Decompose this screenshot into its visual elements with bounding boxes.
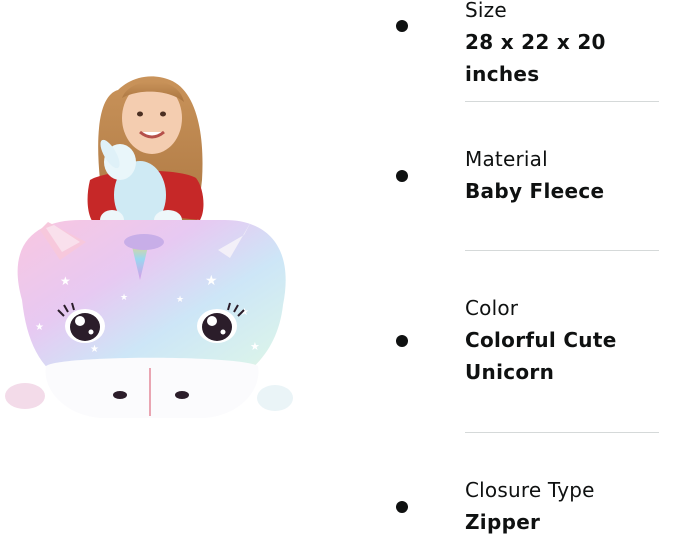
spec-label: Size — [465, 0, 507, 22]
product-spec-panel: ★ ★ ★ ★ ★ ★ ★ ★ Size 28 x 22 x 20 inches… — [0, 0, 679, 537]
spec-value: Colorful Cute Unicorn — [465, 328, 617, 384]
bullet-icon — [396, 335, 408, 347]
spec-list: Size 28 x 22 x 20 inches Material Baby F… — [380, 0, 679, 537]
svg-text:★: ★ — [205, 273, 218, 289]
spec-text: Size 28 x 22 x 20 inches — [465, 0, 679, 90]
divider — [465, 432, 659, 433]
divider — [465, 101, 659, 102]
spec-item-material: Material Baby Fleece — [380, 140, 679, 250]
product-image: ★ ★ ★ ★ ★ ★ ★ ★ — [0, 70, 300, 430]
spec-label: Closure Type — [465, 478, 595, 502]
spec-text: Color Colorful Cute Unicorn — [465, 292, 679, 388]
svg-text:★: ★ — [35, 322, 44, 333]
spec-label: Color — [465, 296, 519, 320]
spec-item-color: Color Colorful Cute Unicorn — [380, 290, 679, 430]
svg-text:★: ★ — [250, 340, 260, 353]
bullet-icon — [396, 20, 408, 32]
spec-text: Material Baby Fleece — [465, 143, 679, 207]
svg-text:★: ★ — [176, 295, 184, 305]
spec-value: Zipper — [465, 510, 541, 534]
divider — [465, 250, 659, 251]
svg-text:★: ★ — [120, 293, 128, 303]
svg-text:★: ★ — [60, 274, 71, 288]
unicorn-beanbag-illustration: ★ ★ ★ ★ ★ ★ ★ ★ — [5, 76, 293, 418]
spec-label: Material — [465, 147, 548, 171]
bullet-icon — [396, 501, 408, 513]
bullet-icon — [396, 170, 408, 182]
svg-text:★: ★ — [90, 344, 99, 355]
spec-item-closure-type: Closure Type Zipper — [380, 470, 679, 537]
spec-text: Closure Type Zipper — [465, 474, 679, 537]
spec-value: Baby Fleece — [465, 179, 605, 203]
spec-value: 28 x 22 x 20 inches — [465, 30, 606, 86]
spec-item-size: Size 28 x 22 x 20 inches — [380, 0, 679, 100]
